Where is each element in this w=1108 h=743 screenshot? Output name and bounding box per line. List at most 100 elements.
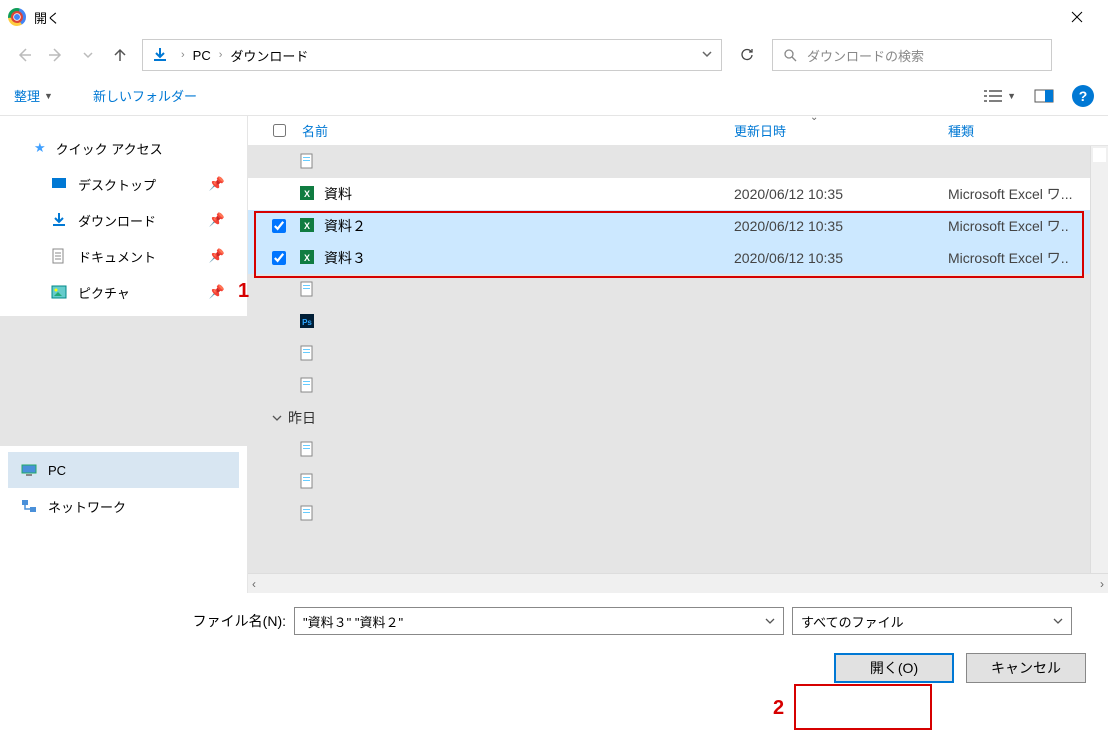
select-all-checkbox[interactable] — [273, 124, 286, 137]
sidebar-label: ドキュメント — [78, 247, 156, 266]
sidebar-quick-access[interactable]: ★ クイック アクセス — [26, 130, 239, 166]
pin-icon: 📌 — [209, 176, 225, 192]
file-row[interactable] — [248, 338, 1108, 370]
file-date: 2020/06/12 10:35 — [734, 250, 948, 266]
pin-icon: 📌 — [209, 284, 225, 300]
filename-value: "資料３" "資料２" — [303, 612, 403, 631]
sidebar-label: ダウンロード — [78, 211, 156, 230]
details-view-icon — [983, 88, 1003, 104]
pictures-icon — [50, 283, 68, 301]
file-row[interactable]: X資料３2020/06/12 10:35Microsoft Excel ワ.. — [248, 242, 1108, 274]
breadcrumb-downloads[interactable]: ダウンロード — [226, 46, 312, 65]
footer: ファイル名(N): "資料３" "資料２" すべてのファイル 開く(O) キャン… — [0, 593, 1108, 697]
chevron-down-icon — [83, 50, 93, 60]
preview-pane-button[interactable] — [1034, 88, 1054, 104]
sidebar-network[interactable]: ネットワーク — [8, 488, 239, 524]
sidebar-pictures[interactable]: ピクチャ 📌 — [26, 274, 239, 310]
column-name[interactable]: 名前 — [294, 121, 734, 140]
forward-button[interactable] — [42, 41, 70, 69]
chevron-down-icon — [701, 48, 713, 60]
file-type-filter[interactable]: すべてのファイル — [792, 607, 1072, 635]
breadcrumb-separator: › — [177, 49, 189, 61]
open-button[interactable]: 開く(O) — [834, 653, 954, 683]
file-row[interactable] — [248, 466, 1108, 498]
close-icon — [1071, 11, 1083, 23]
pc-icon — [20, 461, 38, 479]
group-header[interactable]: 昨日 — [248, 402, 1108, 434]
arrow-right-icon — [48, 47, 64, 63]
file-type: Microsoft Excel ワ.. — [948, 216, 1108, 236]
sidebar-label: ネットワーク — [48, 497, 126, 516]
view-details-button[interactable]: ▼ — [983, 88, 1016, 104]
preview-pane-icon — [1034, 88, 1054, 104]
sidebar-pc[interactable]: PC — [8, 452, 239, 488]
up-button[interactable] — [106, 41, 134, 69]
organize-button[interactable]: 整理 ▼ — [14, 86, 53, 105]
refresh-button[interactable] — [730, 39, 764, 71]
network-icon — [20, 497, 38, 515]
close-button[interactable] — [1054, 2, 1100, 32]
file-list-area: 名前 更新日時 種類 ⌄ X資料2020/06/12 10:35Microsof… — [248, 116, 1108, 593]
chrome-icon — [8, 8, 26, 26]
address-dropdown[interactable] — [701, 48, 713, 63]
sidebar-label: PC — [48, 463, 66, 478]
file-row[interactable]: X資料２2020/06/12 10:35Microsoft Excel ワ.. — [248, 210, 1108, 242]
sort-indicator-icon: ⌄ — [810, 112, 818, 123]
file-row[interactable] — [248, 146, 1108, 178]
pin-icon: 📌 — [209, 248, 225, 264]
file-icon — [298, 472, 316, 493]
column-date[interactable]: 更新日時 — [734, 121, 948, 140]
file-row[interactable] — [248, 274, 1108, 306]
sidebar-documents[interactable]: ドキュメント 📌 — [26, 238, 239, 274]
sidebar-desktop[interactable]: デスクトップ 📌 — [26, 166, 239, 202]
excel-icon: X — [298, 216, 316, 237]
svg-text:X: X — [304, 189, 310, 199]
search-icon — [783, 48, 797, 62]
file-icon — [298, 440, 316, 461]
window-title: 開く — [34, 8, 60, 27]
star-icon: ★ — [34, 140, 46, 156]
file-name: 資料２ — [324, 216, 366, 236]
row-checkbox[interactable] — [272, 251, 286, 265]
address-bar[interactable]: › PC › ダウンロード — [142, 39, 722, 71]
navigation-bar: › PC › ダウンロード ダウンロードの検索 — [0, 34, 1108, 76]
horizontal-scrollbar[interactable]: ‹› — [248, 573, 1108, 593]
downloads-folder-icon — [151, 46, 169, 64]
column-type[interactable]: 種類 — [948, 121, 1108, 140]
vertical-scrollbar[interactable] — [1090, 146, 1108, 573]
downloads-icon — [50, 211, 68, 229]
file-row[interactable] — [248, 498, 1108, 530]
filename-label: ファイル名(N): — [16, 611, 286, 631]
file-date: 2020/06/12 10:35 — [734, 186, 948, 202]
sidebar-spacer — [0, 316, 247, 446]
file-icon — [298, 152, 316, 173]
file-icon — [298, 504, 316, 525]
excel-icon: X — [298, 248, 316, 269]
filename-input[interactable]: "資料３" "資料２" — [294, 607, 784, 635]
help-button[interactable]: ? — [1072, 85, 1094, 107]
file-type: Microsoft Excel ワ... — [948, 184, 1108, 204]
file-row[interactable]: X資料2020/06/12 10:35Microsoft Excel ワ... — [248, 178, 1108, 210]
desktop-icon — [50, 175, 68, 193]
chevron-down-icon — [1053, 616, 1063, 626]
search-input[interactable]: ダウンロードの検索 — [772, 39, 1052, 71]
chevron-down-icon — [765, 616, 775, 626]
toolbar: 整理 ▼ 新しいフォルダー ▼ ? — [0, 76, 1108, 116]
new-folder-button[interactable]: 新しいフォルダー — [93, 86, 197, 105]
title-bar: 開く — [0, 0, 1108, 34]
refresh-icon — [739, 47, 755, 63]
file-row[interactable]: Ps — [248, 306, 1108, 338]
breadcrumb-separator: › — [215, 49, 227, 61]
svg-text:X: X — [304, 221, 310, 231]
file-type: Microsoft Excel ワ.. — [948, 248, 1108, 268]
sidebar-downloads[interactable]: ダウンロード 📌 — [26, 202, 239, 238]
file-row[interactable] — [248, 434, 1108, 466]
file-row[interactable] — [248, 370, 1108, 402]
back-button[interactable] — [10, 41, 38, 69]
arrow-left-icon — [16, 47, 32, 63]
row-checkbox[interactable] — [272, 219, 286, 233]
cancel-button[interactable]: キャンセル — [966, 653, 1086, 683]
breadcrumb-pc[interactable]: PC — [189, 48, 215, 63]
recent-button[interactable] — [74, 41, 102, 69]
svg-text:Ps: Ps — [302, 318, 312, 327]
